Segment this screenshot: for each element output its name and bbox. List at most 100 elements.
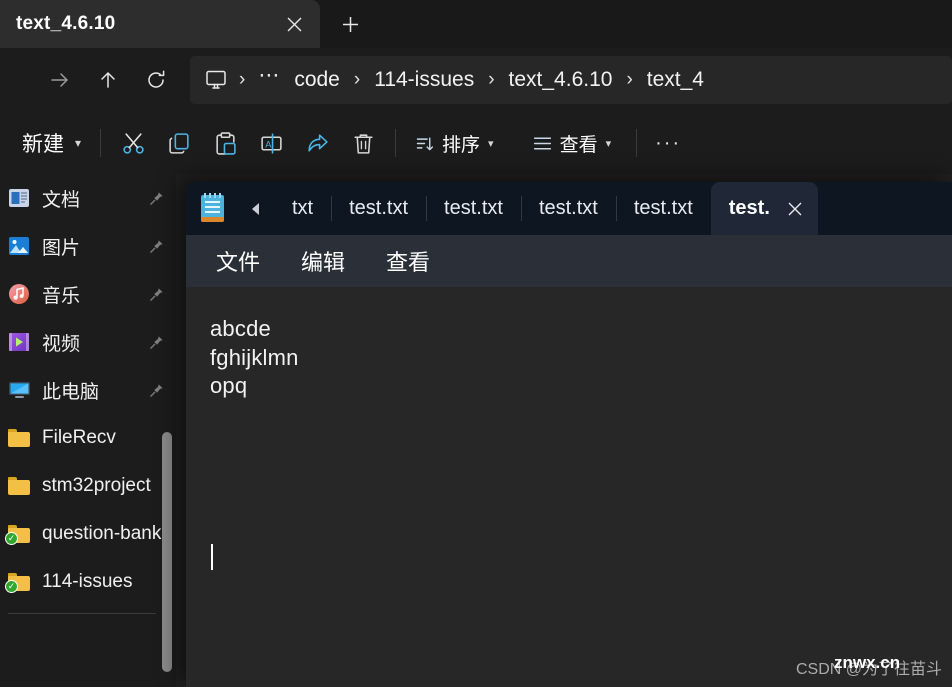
folder-icon [6,474,32,498]
scissors-icon [122,132,144,154]
breadcrumb-separator[interactable]: › [479,69,503,91]
refresh-button[interactable] [132,56,180,104]
up-button[interactable] [84,56,132,104]
notepad-icon [186,182,238,235]
sidebar-divider [8,613,156,614]
breadcrumb-item-114-issues[interactable]: 114-issues [369,65,479,95]
new-button[interactable]: 新建 ▾ [8,121,91,165]
trash-icon [353,133,373,154]
text-line: abcde [210,316,271,341]
sidebar-item-label: 图片 [42,237,81,259]
breadcrumb-item-text-4[interactable]: text_4 [642,65,709,95]
delete-button[interactable] [340,121,386,165]
notepad-tab-label: test.txt [538,197,598,219]
menu-file[interactable]: 文件 [204,240,272,282]
this-pc-icon[interactable] [202,69,230,91]
new-tab-button[interactable] [330,6,370,42]
folder-icon [6,426,32,450]
share-icon [307,133,328,152]
notepad-tab[interactable]: test.txt [331,182,426,235]
copy-icon [168,132,189,154]
notepad-tab-label: test.txt [633,197,693,219]
sort-icon [414,133,435,154]
refresh-icon [148,70,165,88]
pin-icon[interactable] [149,335,164,350]
sidebar-item-label: stm32project [42,475,151,496]
pictures-icon [6,234,32,258]
breadcrumb-overflow-button[interactable]: ⋯ [254,63,285,98]
notepad-tab-label: txt [292,197,314,219]
folder-synced-icon: ✓ [5,522,32,546]
sidebar-item-label: 视频 [42,333,81,355]
view-button-label: 查看 [559,134,598,156]
pin-icon[interactable] [149,287,164,302]
breadcrumb-separator[interactable]: › [345,69,369,91]
notepad-tabs: txt test.txt test.txt test.txt test.txt … [274,182,952,235]
close-icon[interactable] [274,4,314,44]
notepad-tab-active[interactable]: test. [710,182,818,235]
menu-view[interactable]: 查看 [374,240,442,282]
pin-icon[interactable] [149,239,164,254]
breadcrumb-separator[interactable]: › [230,69,254,91]
breadcrumb-separator[interactable]: › [617,69,641,91]
this-pc-icon [6,378,32,402]
sidebar-item-label: question-bank [42,523,162,544]
paste-icon [215,131,236,155]
address-bar[interactable]: › ⋯ code › 114-issues › text_4.6.10 › te… [190,56,952,104]
notepad-tab[interactable]: test.txt [426,182,521,235]
pin-icon[interactable] [149,383,164,398]
sort-button-label: 排序 [442,134,481,156]
sidebar-item-documents[interactable]: 文档 [0,174,176,222]
sidebar-item-pictures[interactable]: 图片 [0,222,176,270]
sidebar-item-label: 文档 [42,189,81,211]
rename-button[interactable]: A [248,121,294,165]
videos-icon [6,330,32,354]
music-icon [6,282,32,306]
cut-button[interactable] [110,121,156,165]
sidebar-item-filerecv[interactable]: FileRecv [0,414,176,462]
sort-button[interactable]: 排序 ▾ [405,121,503,165]
sidebar-item-videos[interactable]: 视频 [0,318,176,366]
share-button[interactable] [294,121,340,165]
notepad-tab[interactable]: test.txt [615,182,711,235]
explorer-tab-title: text_4.6.10 [16,13,116,34]
sidebar-item-label: 114-issues [42,571,133,592]
breadcrumb-item-text-4-6-10[interactable]: text_4.6.10 [504,65,618,95]
explorer-navigation-bar: › ⋯ code › 114-issues › text_4.6.10 › te… [0,48,952,112]
view-button[interactable]: 查看 ▾ [523,121,621,165]
notepad-text-area[interactable]: abcde fghijklmn opq [186,287,952,687]
notepad-tab[interactable]: test.txt [520,182,616,235]
explorer-command-bar: 新建 ▾ A 排序 ▾ 查看 ▾ ··· [0,112,952,174]
explorer-titlebar: text_4.6.10 [0,0,952,48]
forward-button[interactable] [36,56,84,104]
text-line: fghijklmn [210,344,299,370]
close-icon[interactable] [780,194,810,224]
text-line: opq [210,373,248,398]
notepad-tab-label: test.txt [349,197,409,219]
menu-edit[interactable]: 编辑 [289,240,357,282]
sidebar-item-114-issues[interactable]: ✓ 114-issues [0,558,176,606]
view-icon [532,133,553,154]
sidebar-scrollbar[interactable] [162,432,172,672]
notepad-tab-label: test.txt [444,197,503,219]
sidebar-item-this-pc[interactable]: 此电脑 [0,366,176,414]
more-options-button[interactable]: ··· [646,121,690,165]
arrow-up-icon [101,72,115,88]
text-cursor [211,544,213,570]
paste-button[interactable] [202,121,248,165]
scroll-left-icon[interactable] [238,182,274,235]
copy-button[interactable] [156,121,202,165]
documents-icon [6,186,32,210]
notepad-tab[interactable]: txt [274,182,331,235]
folder-synced-icon: ✓ [5,570,32,594]
notepad-tab-strip: txt test.txt test.txt test.txt test.txt … [186,182,952,235]
explorer-tab[interactable]: text_4.6.10 [0,0,320,48]
sidebar-item-stm32project[interactable]: stm32project [0,462,176,510]
sidebar-item-music[interactable]: 音乐 [0,270,176,318]
sidebar-scrollbar-thumb[interactable] [162,432,172,672]
sidebar-item-question-bank[interactable]: ✓ question-bank [0,510,176,558]
notepad-menu-bar: 文件 编辑 查看 [186,235,952,287]
breadcrumb-item-code[interactable]: code [289,65,345,95]
pin-icon[interactable] [149,191,164,206]
new-button-label: 新建 [22,133,64,156]
